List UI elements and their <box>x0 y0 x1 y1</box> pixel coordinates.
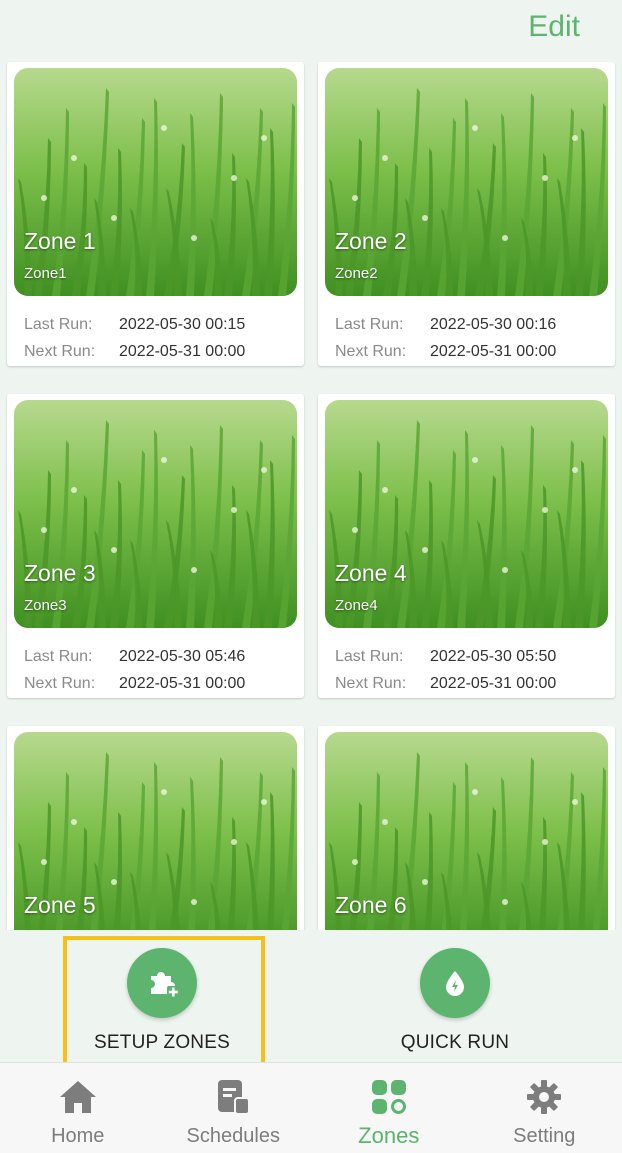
edit-button[interactable]: Edit <box>528 10 580 44</box>
zone-name: Zone 6 <box>335 892 407 919</box>
zone-photo: Zone 1 Zone1 <box>14 68 297 296</box>
nav-label-schedules: Schedules <box>187 1125 280 1148</box>
last-run-value: 2022-05-30 00:16 <box>430 316 556 333</box>
zone-card[interactable]: Zone 5 <box>7 726 304 930</box>
next-run-label: Next Run: <box>335 675 430 693</box>
last-run-label: Last Run: <box>24 648 119 666</box>
zone-name: Zone 1 <box>24 228 96 255</box>
last-run-row: Last Run:2022-05-30 05:46 <box>24 648 245 666</box>
next-run-value: 2022-05-31 00:00 <box>119 675 245 692</box>
grass-image <box>325 68 608 296</box>
zone-name: Zone 2 <box>335 228 407 255</box>
nav-label-setting: Setting <box>513 1125 575 1148</box>
last-run-row: Last Run:2022-05-30 05:50 <box>335 648 556 666</box>
zone-photo: Zone 4 Zone4 <box>325 400 608 628</box>
water-drop-icon <box>420 948 490 1018</box>
zone-name: Zone 4 <box>335 560 407 587</box>
zones-list[interactable]: Zone 1Zone1Last Run:2022-05-30 00:15Next… <box>0 56 622 930</box>
next-run-value: 2022-05-31 00:00 <box>119 343 245 360</box>
nav-item-schedules[interactable]: Schedules <box>156 1063 312 1153</box>
zone-subtitle: Zone1 <box>24 265 67 282</box>
next-run-value: 2022-05-31 00:00 <box>430 343 556 360</box>
action-bar: SETUP ZONES QUICK RUN <box>0 930 622 1062</box>
zone-subtitle: Zone2 <box>335 265 378 282</box>
gear-icon <box>524 1077 564 1117</box>
setup-zones-label: SETUP ZONES <box>67 1032 257 1054</box>
zone-card[interactable]: Zone 4Zone4Last Run:2022-05-30 05:50Next… <box>318 394 615 698</box>
quick-run-label: QUICK RUN <box>360 1032 550 1054</box>
grass-image <box>325 400 608 628</box>
zone-grid: Zone 1Zone1Last Run:2022-05-30 00:15Next… <box>7 62 615 930</box>
zone-photo: Zone 5 <box>14 732 297 930</box>
home-icon <box>58 1077 98 1117</box>
grass-image <box>14 68 297 296</box>
zone-photo: Zone 6 <box>325 732 608 930</box>
schedules-icon <box>213 1077 253 1117</box>
zone-card[interactable]: Zone 6 <box>318 726 615 930</box>
header: Edit <box>0 0 622 56</box>
zone-photo: Zone 2 Zone2 <box>325 68 608 296</box>
last-run-label: Last Run: <box>335 316 430 334</box>
nav-label-zones: Zones <box>358 1123 419 1149</box>
nav-item-setting[interactable]: Setting <box>467 1063 622 1153</box>
setup-zones-button[interactable]: SETUP ZONES <box>67 948 257 1058</box>
next-run-row: Next Run:2022-05-31 00:00 <box>24 675 245 693</box>
last-run-label: Last Run: <box>24 316 119 334</box>
bottom-nav: Home Schedules Zones <box>0 1062 622 1153</box>
puzzle-plus-icon <box>127 948 197 1018</box>
quick-run-button[interactable]: QUICK RUN <box>360 948 550 1058</box>
nav-item-zones[interactable]: Zones <box>311 1063 467 1153</box>
grass-image <box>14 400 297 628</box>
zone-card[interactable]: Zone 1Zone1Last Run:2022-05-30 00:15Next… <box>7 62 304 366</box>
zone-subtitle: Zone3 <box>24 597 67 614</box>
next-run-label: Next Run: <box>24 675 119 693</box>
zone-card[interactable]: Zone 2Zone2Last Run:2022-05-30 00:16Next… <box>318 62 615 366</box>
last-run-value: 2022-05-30 05:46 <box>119 648 245 665</box>
last-run-label: Last Run: <box>335 648 430 666</box>
zone-name: Zone 3 <box>24 560 96 587</box>
zone-name: Zone 5 <box>24 892 96 919</box>
zone-subtitle: Zone4 <box>335 597 378 614</box>
last-run-value: 2022-05-30 05:50 <box>430 648 556 665</box>
last-run-value: 2022-05-30 00:15 <box>119 316 245 333</box>
next-run-row: Next Run:2022-05-31 00:00 <box>24 343 245 361</box>
next-run-label: Next Run: <box>24 343 119 361</box>
zone-card[interactable]: Zone 3Zone3Last Run:2022-05-30 05:46Next… <box>7 394 304 698</box>
zone-photo: Zone 3 Zone3 <box>14 400 297 628</box>
next-run-row: Next Run:2022-05-31 00:00 <box>335 343 556 361</box>
zones-icon <box>369 1077 409 1117</box>
last-run-row: Last Run:2022-05-30 00:15 <box>24 316 245 334</box>
nav-item-home[interactable]: Home <box>0 1063 156 1153</box>
nav-label-home: Home <box>51 1125 104 1148</box>
last-run-row: Last Run:2022-05-30 00:16 <box>335 316 556 334</box>
next-run-value: 2022-05-31 00:00 <box>430 675 556 692</box>
next-run-row: Next Run:2022-05-31 00:00 <box>335 675 556 693</box>
next-run-label: Next Run: <box>335 343 430 361</box>
